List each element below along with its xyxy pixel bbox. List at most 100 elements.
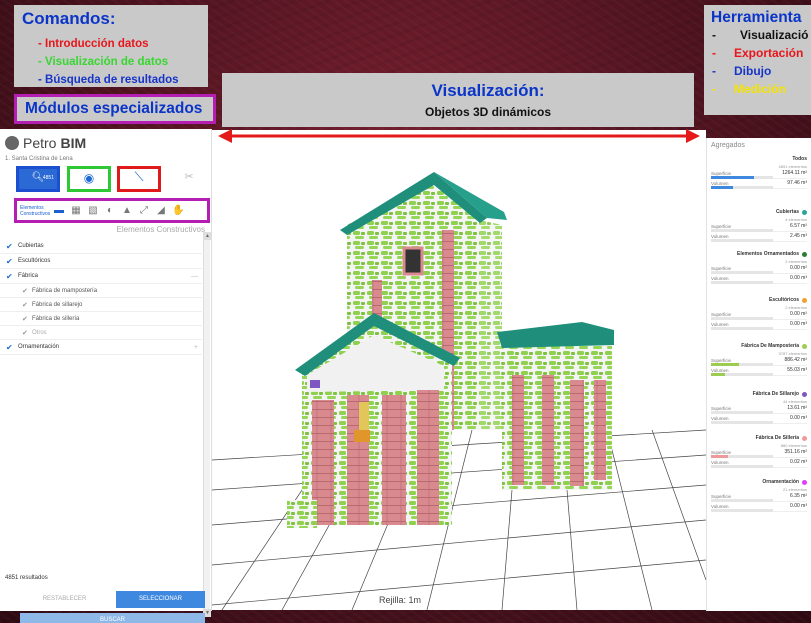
aggregate-group: Todos 4851 elementos Superficie 1264.11 m² V… bbox=[711, 156, 807, 189]
aggregate-surface-row: Superficie 351.16 m² bbox=[711, 448, 807, 458]
volume-bar bbox=[711, 373, 773, 376]
aggregate-group: Fábrica De Sillarejo 44 elementos Superfic… bbox=[711, 391, 807, 424]
check-icon: ✔ bbox=[6, 256, 13, 266]
check-icon: ✔ bbox=[22, 301, 28, 309]
aggregate-group: Ornamentación 21 elementos Superficie 6.35 … bbox=[711, 479, 807, 512]
check-icon: ✔ bbox=[22, 315, 28, 323]
aggregate-name-label: Fábrica De Mampostería bbox=[741, 343, 799, 349]
drop-icon[interactable]: ▲ bbox=[121, 205, 133, 216]
draw-module-button[interactable]: ⟍ bbox=[117, 166, 161, 192]
command-results-search: - Búsqueda de resultados bbox=[38, 74, 179, 86]
aggregate-name: Fábrica De Sillería bbox=[711, 435, 807, 441]
element-tree: ✔ Cubiertas ✔ Escultóricos ✔ Fábrica — ✔ Fábr… bbox=[0, 239, 202, 355]
tree-subitem[interactable]: ✔ Fábrica de sillería bbox=[0, 312, 202, 326]
contrast-icon[interactable]: ◐ bbox=[104, 205, 116, 216]
logo-text: Petro bbox=[23, 135, 57, 151]
expand-icon[interactable]: + bbox=[194, 344, 198, 351]
tree-subitem[interactable]: ✔ Fábrica de sillarejo bbox=[0, 298, 202, 312]
volume-value: 2.45 m³ bbox=[790, 233, 807, 239]
porch bbox=[287, 313, 460, 528]
brick-icon[interactable]: ▬ bbox=[53, 205, 65, 216]
reset-button[interactable]: RESTABLECER bbox=[20, 591, 109, 608]
volume-bar bbox=[711, 327, 773, 330]
aggregate-name: Fábrica De Sillarejo bbox=[711, 391, 807, 397]
collapse-icon[interactable]: — bbox=[191, 273, 198, 280]
visualization-module-button[interactable]: ◉ bbox=[67, 166, 111, 192]
aggregate-volume-row: Volumen 97.46 m³ bbox=[711, 179, 807, 189]
logo-suffix: BIM bbox=[60, 135, 87, 151]
search-button[interactable]: BUSCAR bbox=[20, 613, 205, 623]
aggregate-name: Escultóricos bbox=[711, 297, 807, 303]
tool-export: Exportación bbox=[734, 46, 804, 60]
color-swatch-icon bbox=[802, 209, 807, 215]
surface-value: 886.42 m² bbox=[784, 357, 807, 363]
aggregate-name-label: Fábrica De Sillarejo bbox=[752, 391, 799, 397]
material-icon[interactable]: ▦ bbox=[70, 205, 82, 216]
tree-item-label: Ornamentación bbox=[18, 344, 60, 350]
visualization-subtitle: Objetos 3D dinámicos bbox=[424, 105, 552, 119]
scroll-up-icon[interactable]: ▲ bbox=[204, 232, 211, 240]
color-swatch-icon bbox=[802, 435, 807, 441]
surface-value: 0.00 m² bbox=[790, 311, 807, 317]
volume-bar bbox=[711, 509, 773, 512]
surface-value: 6.57 m² bbox=[790, 223, 807, 229]
color-swatch-icon bbox=[802, 343, 807, 349]
pencil-icon: ⟍ bbox=[134, 169, 144, 184]
tree-item[interactable]: ✔ Escultóricos bbox=[0, 254, 202, 269]
color-swatch-icon bbox=[802, 479, 807, 485]
mountain-icon[interactable]: ◢ bbox=[155, 205, 167, 216]
aggregate-name: Cubiertas bbox=[711, 209, 807, 215]
measure-module-button[interactable]: ✂ bbox=[167, 166, 211, 192]
tree-item[interactable]: ✔ Ornamentación + bbox=[0, 340, 202, 355]
aggregate-surface-row: Superficie 6.57 m² bbox=[711, 222, 807, 232]
search-module-button[interactable]: 🔍︎ 4851 bbox=[16, 166, 60, 192]
volume-bar-fill bbox=[711, 373, 725, 376]
check-icon: ✔ bbox=[22, 287, 28, 295]
tree-item[interactable]: ✔ Cubiertas bbox=[0, 239, 202, 254]
section-title: Elementos Constructivos bbox=[116, 225, 205, 234]
3d-viewport[interactable]: Rejilla: 1m bbox=[212, 130, 706, 610]
tree-item[interactable]: ✔ Fábrica — bbox=[0, 269, 202, 284]
modules-annotation: Módulos especializados bbox=[14, 94, 216, 124]
tree-subitem[interactable]: ✔ Fábrica de mampostería bbox=[0, 284, 202, 298]
aggregate-surface-row: Superficie 0.00 m² bbox=[711, 310, 807, 320]
tree-item-label: Cubiertas bbox=[18, 243, 44, 249]
hand-icon[interactable]: ✋ bbox=[172, 205, 184, 216]
volume-value: 0.00 m³ bbox=[790, 503, 807, 509]
eye-icon: ◉ bbox=[83, 171, 95, 185]
aggregate-surface-row: Superficie 886.42 m² bbox=[711, 356, 807, 366]
tree-scrollbar[interactable]: ▲ ▼ bbox=[203, 232, 211, 617]
aggregate-group: Elementos Ornamentados 2 elementos Superfi… bbox=[711, 251, 807, 284]
volume-value: 0.00 m³ bbox=[790, 275, 807, 281]
aggregate-group: Fábrica De Mampostería 3787 elementos Supe… bbox=[711, 343, 807, 376]
volume-bar-fill bbox=[711, 186, 733, 189]
aggregate-name-label: Elementos Ornamentados bbox=[737, 251, 799, 257]
aggregate-name-label: Fábrica De Sillería bbox=[755, 435, 799, 441]
tree-subitem[interactable]: ✔ Otros bbox=[0, 326, 202, 340]
color-swatch-icon bbox=[802, 391, 807, 397]
aggregate-surface-row: Superficie 1264.11 m² bbox=[711, 169, 807, 179]
volume-value: 97.46 m³ bbox=[787, 180, 807, 186]
3d-model-render bbox=[212, 172, 706, 610]
aggregate-volume-row: Volumen 0.00 m³ bbox=[711, 502, 807, 512]
aggregate-volume-row: Volumen 2.45 m³ bbox=[711, 232, 807, 242]
grid-scale-label: Rejilla: 1m bbox=[379, 595, 422, 605]
image-icon[interactable]: ▧ bbox=[87, 205, 99, 216]
tree-item-label: Escultóricos bbox=[18, 258, 51, 264]
scroll-down-icon[interactable]: ▼ bbox=[204, 609, 211, 617]
expand-icon[interactable]: ⤢ bbox=[138, 205, 150, 216]
check-icon: ✔ bbox=[6, 342, 13, 352]
select-button[interactable]: SELECCIONAR bbox=[116, 591, 205, 608]
surface-value: 6.35 m² bbox=[790, 493, 807, 499]
volume-bar bbox=[711, 281, 773, 284]
surface-value: 13.61 m² bbox=[787, 405, 807, 411]
tools-dash: - bbox=[712, 64, 716, 78]
aggregate-name: Elementos Ornamentados bbox=[711, 251, 807, 257]
command-data-input: - Introducción datos bbox=[38, 38, 149, 50]
tool-draw: Dibujo bbox=[734, 64, 772, 78]
left-panel: Petro BIM 1. Santa Cristina de Lena 🔍︎ 48… bbox=[0, 129, 212, 623]
double-arrow bbox=[218, 129, 700, 143]
color-swatch-icon bbox=[802, 297, 807, 303]
project-name: 1. Santa Cristina de Lena bbox=[5, 156, 73, 162]
visualization-title: Visualización: bbox=[431, 81, 545, 100]
